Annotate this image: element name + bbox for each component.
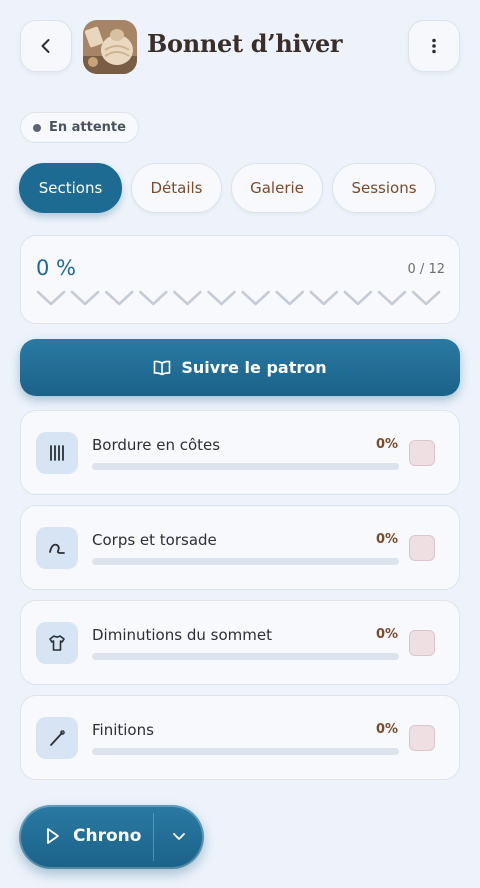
stitch-chevron-icon — [70, 290, 100, 306]
needle-icon — [36, 717, 78, 759]
tab-details[interactable]: Détails — [131, 163, 222, 213]
tab-gallery[interactable]: Galerie — [231, 163, 323, 213]
open-book-icon — [154, 360, 171, 375]
section-percent: 0% — [376, 532, 399, 547]
tab-sections[interactable]: Sections — [19, 163, 122, 213]
cable-twist-icon — [36, 527, 78, 569]
shirt-icon — [36, 622, 78, 664]
section-progress-bar — [92, 558, 399, 565]
section-percent: 0% — [376, 627, 399, 642]
play-icon — [47, 828, 59, 844]
stitch-chevrons — [36, 290, 441, 306]
section-progress-bar — [92, 653, 399, 660]
section-name: Diminutions du sommet — [92, 626, 272, 644]
stitch-chevron-icon — [36, 290, 66, 306]
follow-pattern-button[interactable]: Suivre le patron — [20, 339, 460, 396]
header: Bonnet d’hiver — [20, 20, 460, 74]
back-button[interactable] — [20, 20, 72, 72]
section-name: Finitions — [92, 721, 154, 739]
chevron-down-icon[interactable] — [171, 830, 187, 844]
status-badge: En attente — [20, 112, 139, 143]
stitch-chevron-icon — [275, 290, 304, 306]
stitch-chevron-icon — [207, 290, 236, 306]
section-checkbox[interactable] — [409, 630, 435, 656]
project-thumbnail — [83, 20, 137, 74]
chevron-left-icon — [41, 39, 50, 53]
section-name: Corps et torsade — [92, 531, 217, 549]
section-card[interactable]: Finitions 0% — [20, 695, 460, 780]
section-checkbox[interactable] — [409, 535, 435, 561]
stitch-chevron-icon — [173, 290, 202, 306]
stitch-chevron-icon — [343, 290, 373, 306]
stitch-chevron-icon — [139, 290, 168, 306]
progress-count: 0 / 12 — [407, 262, 445, 277]
section-card[interactable]: Corps et torsade 0% — [20, 505, 460, 590]
more-options-button[interactable] — [408, 20, 460, 72]
ribbing-icon — [36, 432, 78, 474]
stitch-chevron-icon — [241, 290, 270, 306]
chrono-button[interactable]: Chrono — [19, 805, 204, 869]
progress-card: 0 % 0 / 12 — [20, 235, 460, 324]
stitch-chevron-icon — [411, 290, 441, 306]
progress-percent: 0 % — [36, 256, 76, 280]
stitch-chevron-icon — [377, 290, 407, 306]
status-label: En attente — [49, 120, 126, 135]
section-card[interactable]: Bordure en côtes 0% — [20, 410, 460, 495]
stitch-chevron-icon — [104, 290, 134, 306]
section-progress-bar — [92, 463, 399, 470]
section-name: Bordure en côtes — [92, 436, 221, 454]
chrono-label: Chrono — [73, 826, 142, 846]
section-percent: 0% — [376, 722, 399, 737]
chrono-divider — [153, 813, 154, 861]
section-checkbox[interactable] — [409, 725, 435, 751]
more-vertical-icon — [432, 38, 436, 54]
page-title: Bonnet d’hiver — [147, 29, 343, 58]
follow-pattern-label: Suivre le patron — [181, 358, 327, 377]
section-checkbox[interactable] — [409, 440, 435, 466]
tab-sessions[interactable]: Sessions — [332, 163, 436, 213]
section-card[interactable]: Diminutions du sommet 0% — [20, 600, 460, 685]
status-dot-icon — [33, 123, 41, 132]
section-progress-bar — [92, 748, 399, 755]
section-percent: 0% — [376, 437, 399, 452]
stitch-chevron-icon — [309, 290, 339, 306]
